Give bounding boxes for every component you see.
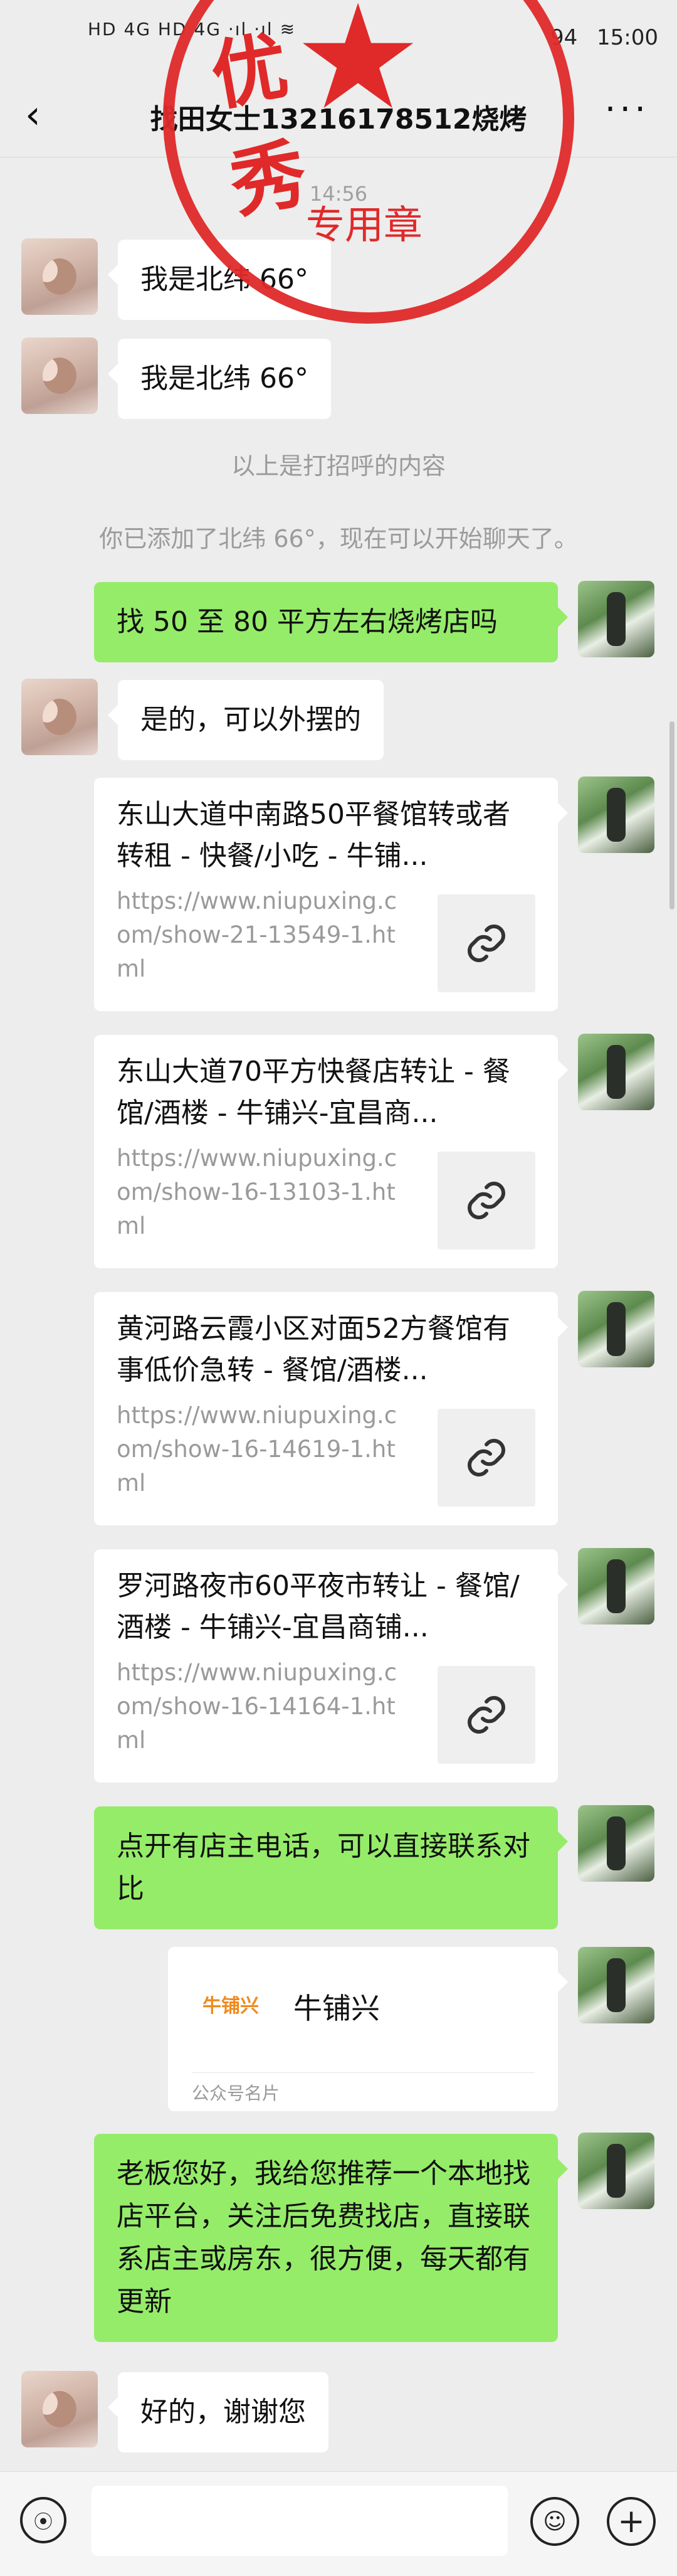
chat-title: 找田女士13216178512烧烤 [150, 103, 527, 135]
link-card-title: 黄河路云霞小区对面52方餐馆有事低价急转 - 餐馆/酒楼... [117, 1313, 510, 1386]
system-note: 你已添加了北纬 66°，现在可以开始聊天了。 [99, 525, 578, 553]
link-card[interactable]: 黄河路云霞小区对面52方餐馆有事低价急转 - 餐馆/酒楼... https://… [94, 1292, 568, 1525]
avatar[interactable] [578, 1548, 654, 1625]
link-icon [438, 1409, 535, 1507]
clock: 15:00 [597, 25, 658, 50]
link-card-url: https://www.niupuxing.com/show-16-13103-… [117, 1145, 397, 1239]
avatar[interactable] [578, 581, 654, 657]
emoji-icon[interactable]: ☺ [530, 2497, 579, 2546]
more-dots-icon[interactable]: ··· [605, 90, 649, 129]
voice-icon[interactable]: ⦿ [20, 2497, 66, 2543]
account-name: 牛铺兴 [293, 1991, 380, 2025]
link-card-url: https://www.niupuxing.com/show-21-13549-… [117, 888, 397, 982]
card-type-label: 公众号名片 [192, 2083, 280, 2104]
link-card[interactable]: 东山大道中南路50平餐馆转或者转租 - 快餐/小吃 - 牛铺... https:… [94, 778, 568, 1011]
avatar[interactable] [21, 337, 98, 414]
brand-logo: 牛铺兴 [198, 1982, 263, 2026]
public-account-card[interactable]: 牛铺兴 牛铺兴 公众号名片 [168, 1947, 568, 2111]
message-timestamp: 14:56 [309, 182, 368, 206]
avatar[interactable] [21, 679, 98, 755]
link-card[interactable]: 东山大道70平方快餐店转让 - 餐馆/酒楼 - 牛铺兴-宜昌商... https… [94, 1035, 568, 1268]
message-bubble-received[interactable]: 好的，谢谢您 [108, 2372, 328, 2452]
network-indicators: HD 4G HD 4G ·ıl ·ıl ≋ [88, 19, 297, 40]
link-card-title: 罗河路夜市60平夜市转让 - 餐馆/酒楼 - 牛铺兴-宜昌商铺... [117, 1570, 520, 1643]
battery-level: 94 [550, 25, 578, 50]
avatar[interactable] [21, 2371, 98, 2447]
link-icon [438, 894, 535, 992]
system-note: 以上是打招呼的内容 [231, 452, 446, 480]
avatar[interactable] [578, 777, 654, 853]
avatar[interactable] [578, 1034, 654, 1110]
status-right: 94 15:00 [550, 25, 658, 50]
link-card-url: https://www.niupuxing.com/show-16-14164-… [117, 1659, 397, 1754]
message-bubble-received[interactable]: 我是北纬 66° [108, 240, 331, 320]
avatar[interactable] [578, 1947, 654, 2023]
link-card-title: 东山大道中南路50平餐馆转或者转租 - 快餐/小吃 - 牛铺... [117, 798, 510, 872]
plus-icon[interactable]: + [607, 2497, 656, 2546]
status-bar: HD 4G HD 4G ·ıl ·ıl ≋ 94 15:00 [0, 0, 677, 75]
message-bubble-received[interactable]: 是的，可以外摆的 [108, 680, 384, 760]
link-icon [438, 1152, 535, 1249]
link-card-url: https://www.niupuxing.com/show-16-14619-… [117, 1402, 397, 1497]
title-bar: ‹ 找田女士13216178512烧烤 ··· [0, 75, 677, 157]
message-input[interactable] [92, 2486, 508, 2556]
avatar[interactable] [578, 1805, 654, 1882]
link-card[interactable]: 罗河路夜市60平夜市转让 - 餐馆/酒楼 - 牛铺兴-宜昌商铺... https… [94, 1549, 568, 1783]
scrollbar[interactable] [669, 721, 674, 909]
input-bar: ⦿ ☺ + [0, 2471, 677, 2576]
link-icon [438, 1666, 535, 1764]
avatar[interactable] [578, 2133, 654, 2209]
divider [192, 2072, 534, 2073]
message-bubble-sent[interactable]: 点开有店主电话，可以直接联系对比 [94, 1806, 568, 1929]
message-bubble-sent[interactable]: 找 50 至 80 平方左右烧烤店吗 [94, 582, 568, 662]
link-card-title: 东山大道70平方快餐店转让 - 餐馆/酒楼 - 牛铺兴-宜昌商... [117, 1056, 510, 1129]
message-bubble-received[interactable]: 我是北纬 66° [108, 339, 331, 419]
message-bubble-sent[interactable]: 老板您好，我给您推荐一个本地找店平台，关注后免费找店，直接联系店主或房东，很方便… [94, 2134, 568, 2342]
avatar[interactable] [21, 238, 98, 315]
avatar[interactable] [578, 1291, 654, 1367]
